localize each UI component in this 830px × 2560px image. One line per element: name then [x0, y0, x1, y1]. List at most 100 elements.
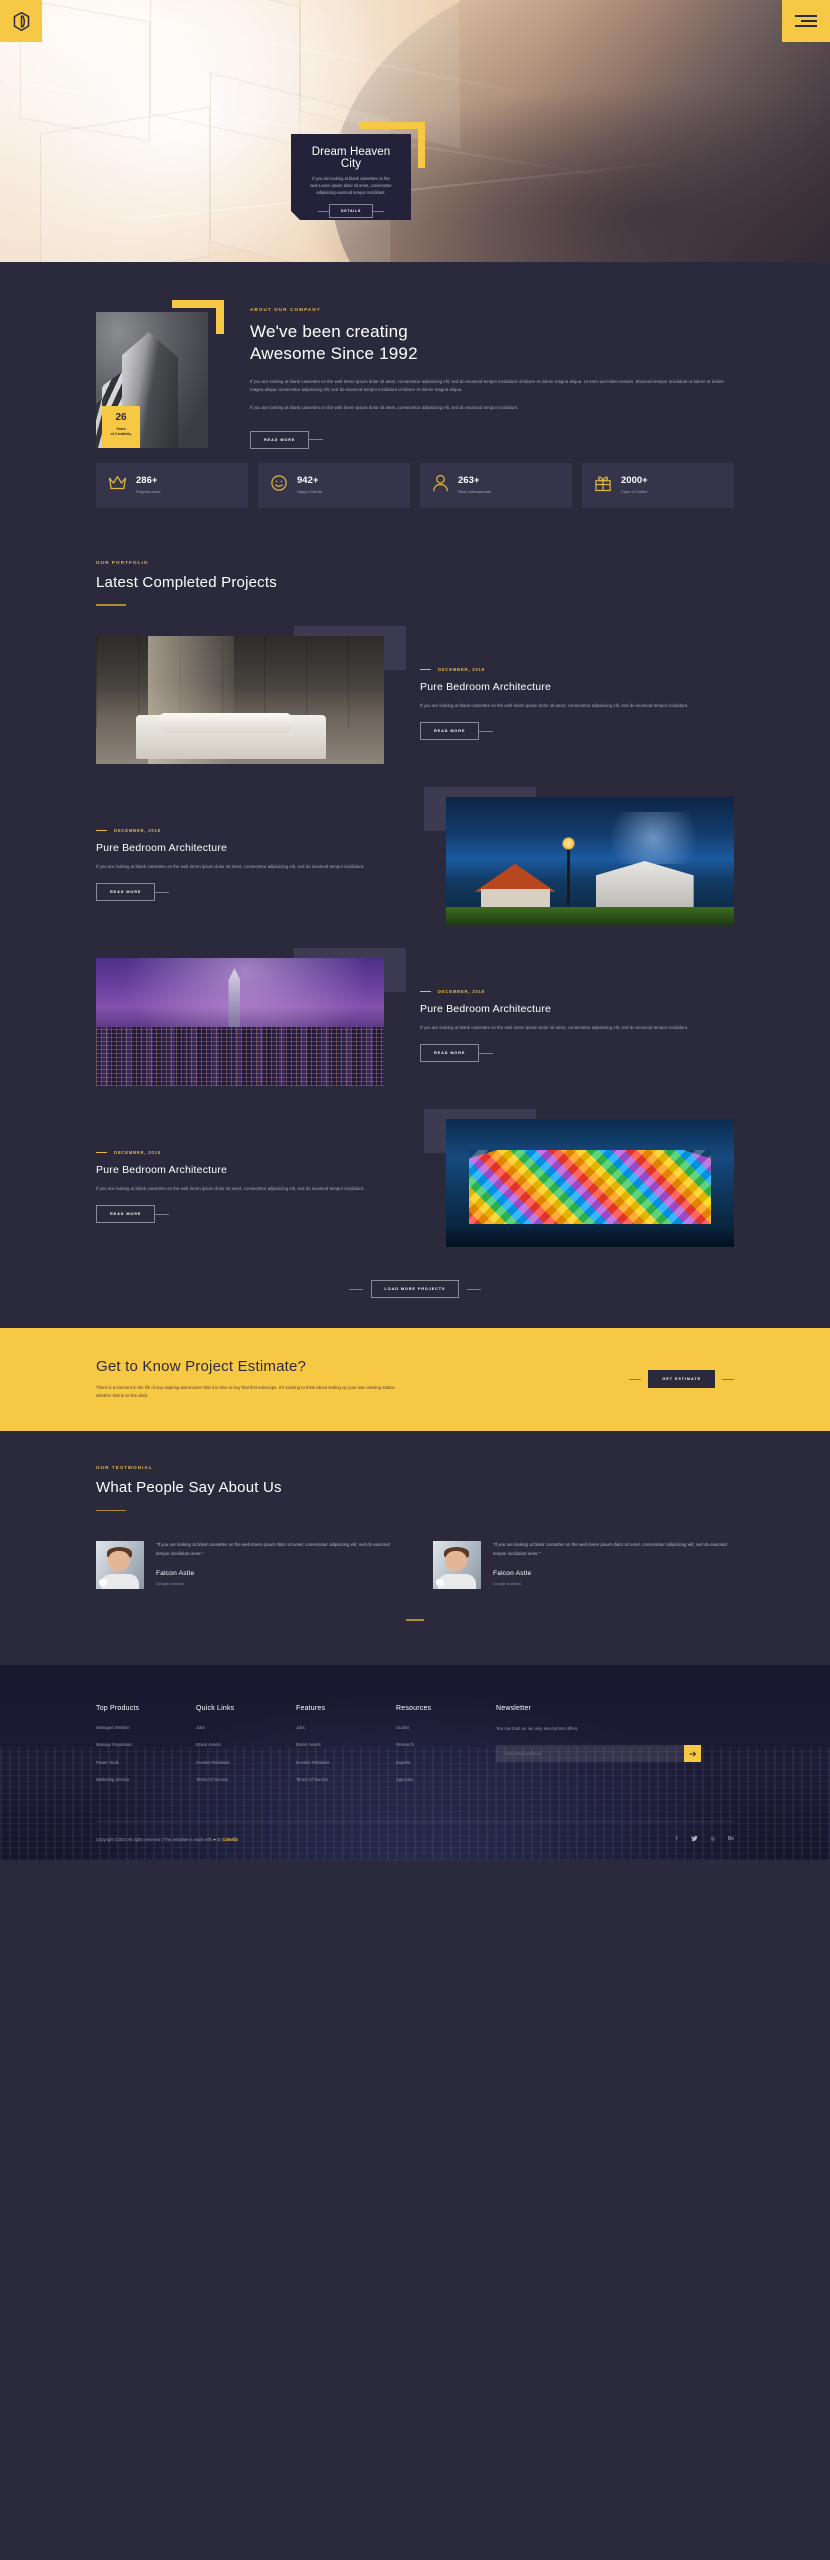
footer-column-top-products: Top Products Managed Website Manage Repu…	[96, 1705, 176, 1795]
project-read-more-button[interactable]: READ MORE	[420, 1044, 480, 1063]
testimonial-quote: "If you are looking at blank cassettes o…	[156, 1542, 390, 1556]
copyright-prefix: Copyright ©2023 All rights reserved | Th…	[96, 1836, 214, 1842]
project-title: Pure Bedroom Architecture	[96, 841, 228, 854]
logo-button[interactable]	[0, 0, 42, 42]
newsletter-title: Newsletter	[496, 1705, 532, 1713]
testimonial-card: "If you are looking at blank cassettes o…	[96, 1541, 397, 1590]
stat-card-projects: 286+ Projects done	[96, 462, 248, 508]
avatar	[96, 1541, 144, 1590]
project-title: Pure Bedroom Architecture	[420, 1002, 552, 1015]
footer-link[interactable]: Jobs	[196, 1725, 276, 1730]
project-item: DECEMBER, 2018 Pure Bedroom Architecture…	[96, 787, 734, 932]
copyright-bar: Copyright ©2023 All rights reserved | Th…	[96, 1820, 734, 1860]
about-media: 26 Years of Creativity	[96, 300, 224, 448]
smiley-icon	[270, 474, 288, 497]
about-section: 26 Years of Creativity ABOUT OUR COMPANY…	[0, 262, 830, 538]
portfolio-title-rule	[96, 604, 126, 606]
years-badge: 26 Years of Creativity	[102, 406, 140, 448]
project-title: Pure Bedroom Architecture	[420, 680, 552, 693]
project-read-more-button[interactable]: READ MORE	[96, 883, 156, 902]
testimonial-pagination-active-bar[interactable]	[406, 1619, 424, 1622]
project-item: DECEMBER, 2018 Pure Bedroom Architecture…	[96, 626, 734, 771]
about-read-more-button[interactable]: READ MORE	[250, 430, 310, 449]
project-image-city[interactable]	[96, 958, 384, 1086]
behance-icon[interactable]: Be	[728, 1836, 734, 1842]
stat-card-professionals: 263+ Real professionals	[420, 462, 572, 508]
project-button-line	[155, 891, 170, 893]
footer-link[interactable]: Brand Assets	[296, 1743, 376, 1747]
hero-button-line-right	[373, 211, 384, 212]
about-paragraph-1: If you are looking at blank cassettes on…	[250, 378, 724, 393]
footer-column-title: Quick Links	[196, 1705, 235, 1713]
project-image-mural[interactable]	[446, 1119, 734, 1247]
footer-link[interactable]: Marketing Service	[96, 1777, 176, 1782]
footer-link[interactable]: Terms Of Service	[196, 1777, 276, 1782]
stat-label: Projects done	[136, 489, 161, 495]
footer-link[interactable]: Manage Reputation	[96, 1743, 176, 1747]
about-button-line	[309, 439, 324, 441]
footer-link[interactable]: Investor Relations	[196, 1760, 276, 1765]
footer-link[interactable]: Agencies	[396, 1777, 476, 1782]
project-date: DECEMBER, 2018	[438, 666, 485, 672]
testimonial-role: Google Android	[156, 1580, 184, 1586]
hero-card: Dream Heaven City If you are looking at …	[291, 122, 425, 220]
project-read-more-button[interactable]: READ MORE	[420, 722, 480, 741]
footer-link[interactable]: Terms Of Service	[296, 1777, 376, 1782]
newsletter-text: You can trust us. we only send promo off…	[496, 1726, 579, 1732]
estimate-button-line-left	[629, 1378, 642, 1380]
footer-link[interactable]: Brand Assets	[196, 1743, 276, 1747]
footer-link[interactable]: Research	[396, 1743, 476, 1747]
project-image-bedroom[interactable]	[96, 636, 384, 764]
twitter-icon[interactable]	[690, 1835, 698, 1844]
crown-icon	[108, 475, 127, 496]
project-date: DECEMBER, 2018	[438, 988, 485, 994]
dribbble-icon[interactable]: ◎	[711, 1836, 715, 1842]
social-links: f ◎ Be	[676, 1835, 734, 1844]
project-title: Pure Bedroom Architecture	[96, 1163, 228, 1176]
hamburger-menu-button[interactable]	[782, 0, 830, 42]
about-eyebrow: ABOUT OUR COMPANY	[250, 307, 321, 312]
stat-value: 942+	[297, 475, 319, 487]
footer-link[interactable]: Power Tools	[96, 1760, 176, 1765]
about-paragraph-2: If you are looking at blank cassettes on…	[250, 405, 519, 411]
load-more-projects-button[interactable]: LOAD MORE PROJECTS	[370, 1280, 460, 1298]
project-date-dash	[96, 1151, 107, 1153]
load-more-row: LOAD MORE PROJECTS	[96, 1280, 734, 1298]
footer-link[interactable]: Experts	[396, 1760, 476, 1765]
project-date: DECEMBER, 2018	[114, 1149, 161, 1155]
footer-link[interactable]: Managed Website	[96, 1725, 176, 1730]
project-read-more-button[interactable]: READ MORE	[96, 1205, 156, 1224]
newsletter-submit-button[interactable]	[684, 1745, 701, 1763]
portfolio-eyebrow: OUR PORTFOLIO	[96, 559, 149, 565]
stat-label: Real professionals	[458, 489, 491, 495]
stat-value: 2000+	[621, 475, 648, 487]
footer-link[interactable]: Guides	[396, 1725, 476, 1730]
project-body: DECEMBER, 2018 Pure Bedroom Architecture…	[96, 828, 434, 902]
project-text: If you are looking at blank cassettes on…	[96, 863, 365, 869]
testimonial-pagination[interactable]	[96, 1619, 734, 1622]
project-item: DECEMBER, 2018 Pure Bedroom Architecture…	[96, 948, 734, 1093]
portfolio-title: Latest Completed Projects	[96, 573, 277, 591]
project-image-night-house[interactable]	[446, 797, 734, 925]
testimonial-section: OUR TESTMONIAL What People Say About Us …	[0, 1430, 830, 1666]
about-title-line-1: We've been creating	[250, 322, 408, 341]
copyright-text: Copyright ©2023 All rights reserved | Th…	[96, 1837, 238, 1842]
estimate-section: Get to Know Project Estimate? There is a…	[0, 1328, 830, 1431]
stat-label: Happy Clients	[297, 489, 322, 495]
get-estimate-button[interactable]: GET ESTIMATE	[648, 1370, 715, 1389]
footer-column-quick-links: Quick Links Jobs Brand Assets Investor R…	[196, 1705, 276, 1795]
project-media	[424, 787, 734, 932]
hero-details-button[interactable]: DETAILS	[329, 204, 373, 218]
avatar	[433, 1541, 481, 1590]
footer-link[interactable]: Jobs	[296, 1725, 376, 1730]
footer-column-title: Top Products	[96, 1705, 140, 1713]
testimonial-title-rule	[96, 1509, 126, 1512]
project-body: DECEMBER, 2018 Pure Bedroom Architecture…	[96, 1150, 434, 1224]
facebook-icon[interactable]: f	[676, 1836, 677, 1842]
footer-link[interactable]: Investor Relations	[296, 1760, 376, 1765]
gift-icon	[594, 474, 612, 497]
copyright-brand[interactable]: Colorlib	[222, 1837, 237, 1842]
project-media	[96, 626, 406, 771]
newsletter-email-input[interactable]	[496, 1745, 684, 1763]
testimonial-role: Google Android	[493, 1580, 521, 1586]
